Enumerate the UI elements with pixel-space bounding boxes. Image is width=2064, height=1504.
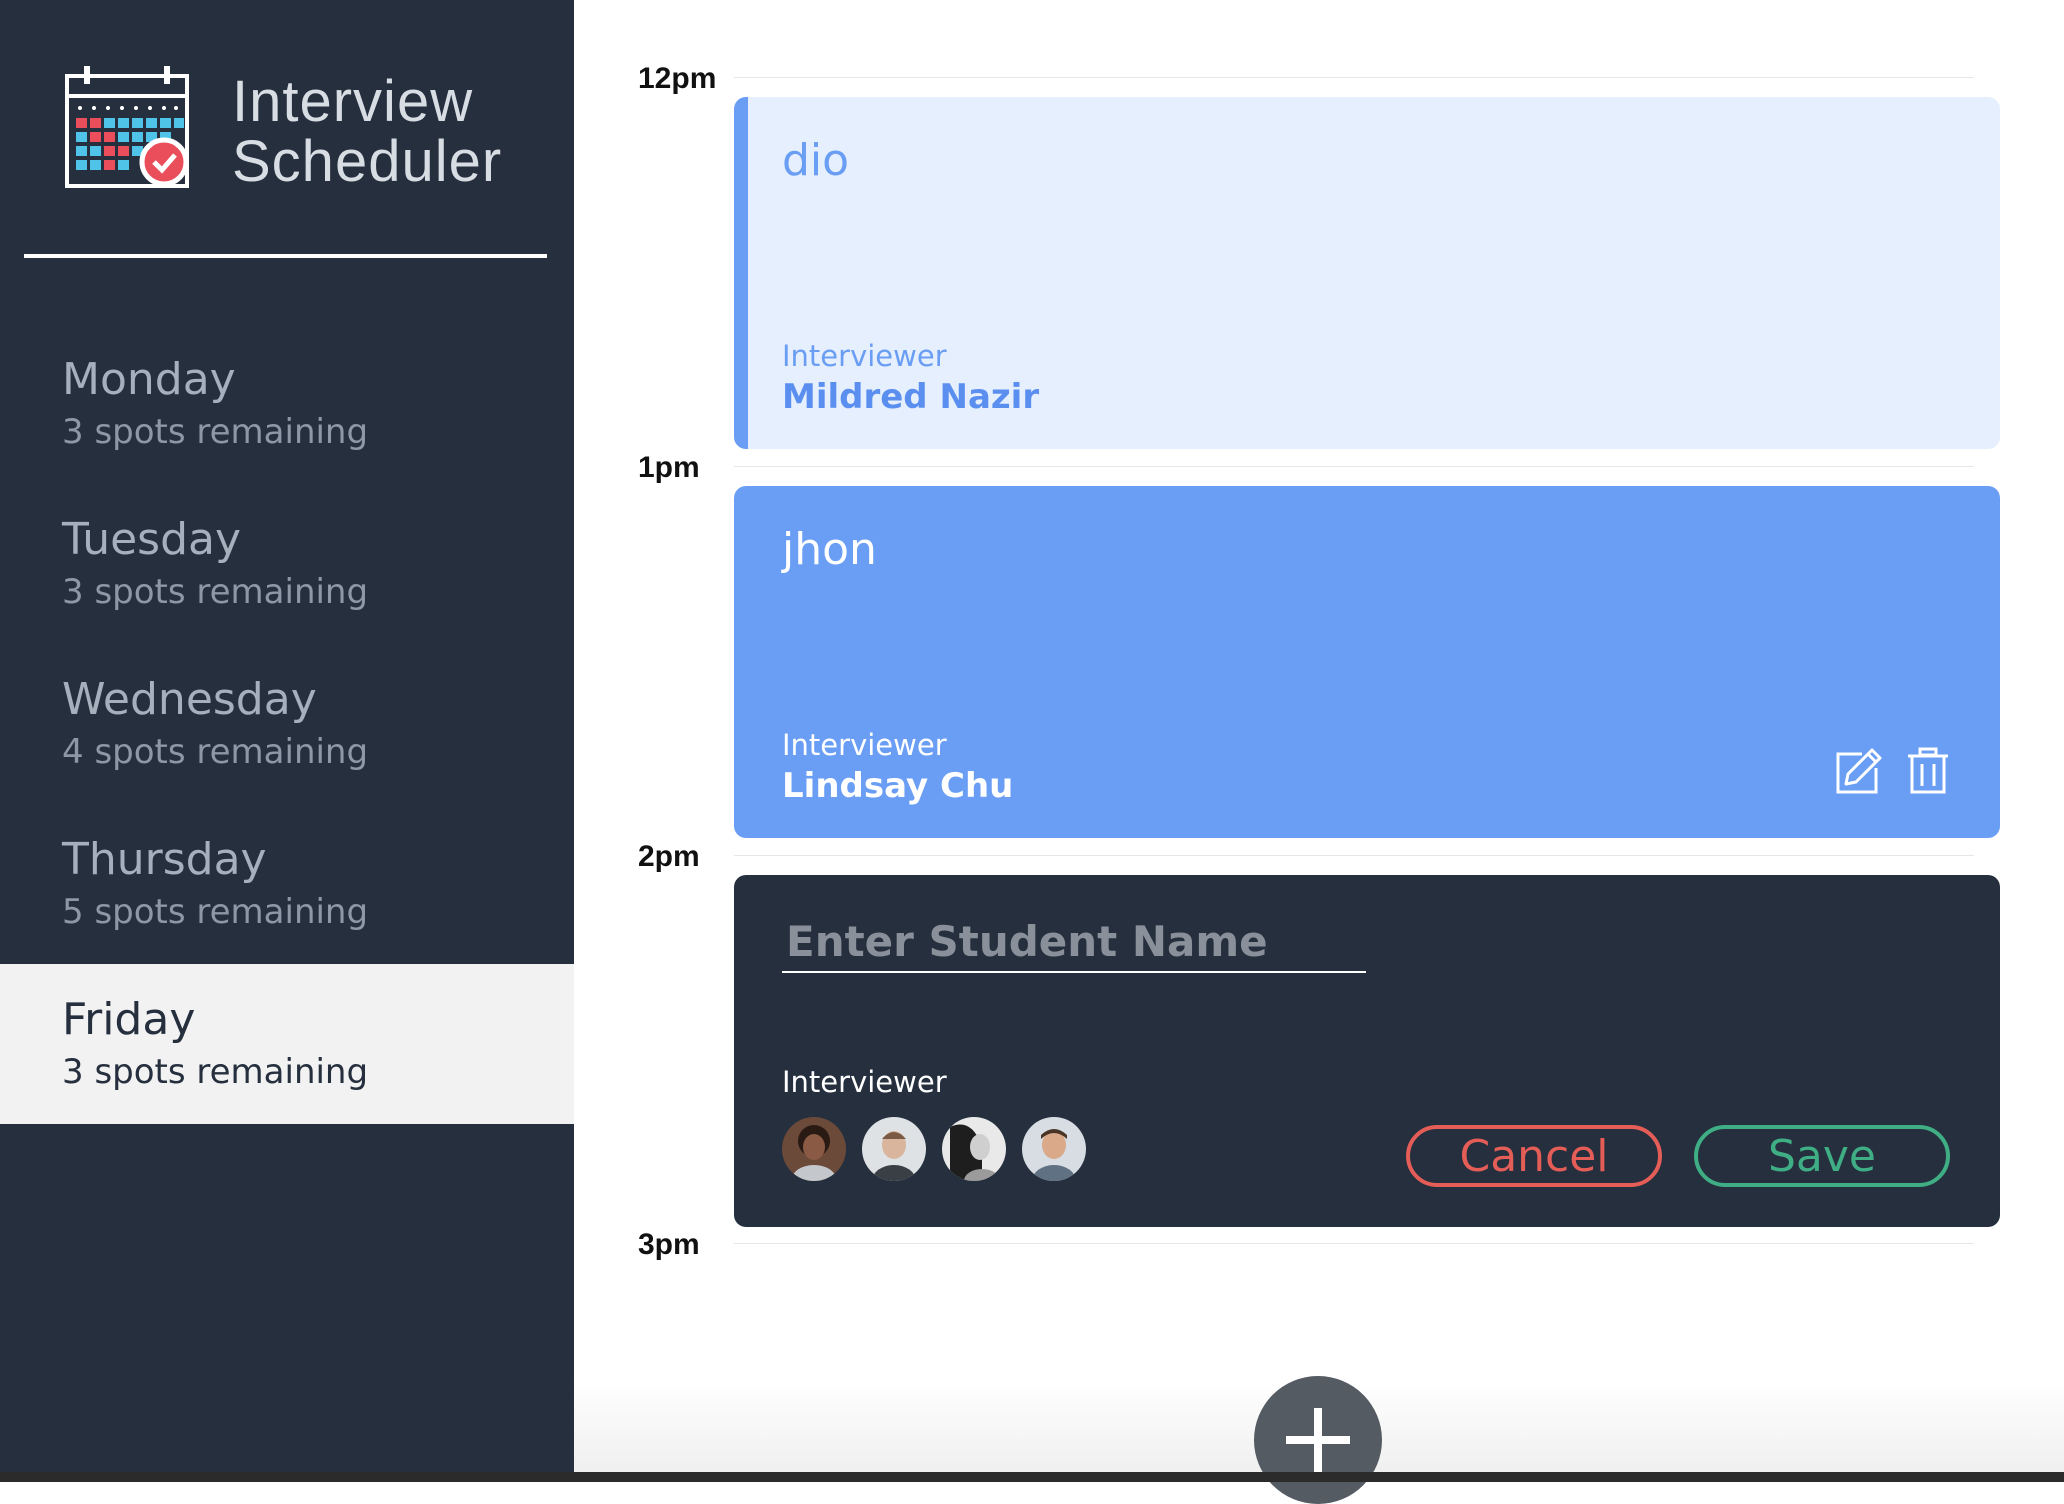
appointment-card[interactable]: jhon Interviewer Lindsay Chu — [734, 486, 2000, 838]
day-item-wednesday[interactable]: Wednesday 4 spots remaining — [0, 644, 574, 804]
interviewer-name: Mildred Nazir — [782, 377, 1040, 417]
student-name-input[interactable] — [782, 911, 1366, 973]
edit-icon[interactable] — [1832, 746, 1884, 798]
appointment-actions — [1832, 746, 1954, 798]
appointment-card[interactable]: dio Interviewer Mildred Nazir — [734, 97, 2000, 449]
window-bottom-edge — [0, 1472, 2064, 1482]
brand: Interview Scheduler — [64, 64, 502, 192]
day-name: Tuesday — [62, 514, 242, 565]
time-separator — [734, 855, 1974, 856]
day-item-tuesday[interactable]: Tuesday 3 spots remaining — [0, 484, 574, 644]
appointment-form: Interviewer — [734, 875, 2000, 1227]
day-name: Wednesday — [62, 674, 317, 725]
student-name: jhon — [782, 524, 877, 575]
day-name: Friday — [62, 994, 196, 1045]
interviewer-label: Interviewer — [782, 1065, 947, 1099]
day-item-friday[interactable]: Friday 3 spots remaining — [0, 964, 574, 1124]
day-list: Monday 3 spots remaining Tuesday 3 spots… — [0, 324, 574, 1124]
plus-icon — [1286, 1408, 1350, 1472]
day-spots: 5 spots remaining — [62, 892, 369, 932]
day-spots: 3 spots remaining — [62, 1052, 369, 1092]
calendar-check-icon — [65, 66, 189, 188]
time-label-3pm: 3pm — [638, 1228, 700, 1261]
day-item-thursday[interactable]: Thursday 5 spots remaining — [0, 804, 574, 964]
time-separator — [734, 77, 1974, 78]
time-separator — [734, 466, 1974, 467]
time-label-1pm: 1pm — [638, 451, 700, 484]
sidebar-divider — [24, 254, 547, 258]
app-title: Interview Scheduler — [232, 72, 502, 192]
time-label-2pm: 2pm — [638, 840, 700, 873]
interviewer-label: Interviewer — [782, 339, 947, 373]
interviewer-label: Interviewer — [782, 728, 947, 762]
time-label-12pm: 12pm — [638, 62, 717, 95]
interviewer-avatar[interactable] — [1022, 1117, 1086, 1181]
interviewer-avatar[interactable] — [782, 1117, 846, 1181]
day-spots: 3 spots remaining — [62, 572, 369, 612]
app-title-line2: Scheduler — [232, 129, 503, 194]
trash-icon[interactable] — [1902, 746, 1954, 798]
save-button[interactable]: Save — [1694, 1125, 1950, 1187]
day-name: Monday — [62, 354, 236, 405]
interviewer-list — [782, 1117, 1086, 1181]
cancel-button[interactable]: Cancel — [1406, 1125, 1662, 1187]
add-appointment-button[interactable] — [1254, 1376, 1382, 1504]
student-name: dio — [782, 135, 850, 186]
sidebar: Interview Scheduler Monday 3 spots remai… — [0, 0, 574, 1472]
day-spots: 3 spots remaining — [62, 412, 369, 452]
time-separator — [734, 1243, 1974, 1244]
schedule: 12pm dio Interviewer Mildred Nazir 1pm j… — [574, 0, 2064, 1504]
day-item-monday[interactable]: Monday 3 spots remaining — [0, 324, 574, 484]
app-title-line1: Interview — [232, 69, 474, 134]
interviewer-avatar[interactable] — [942, 1117, 1006, 1181]
day-spots: 4 spots remaining — [62, 732, 369, 772]
day-name: Thursday — [62, 834, 267, 885]
interviewer-name: Lindsay Chu — [782, 766, 1014, 806]
interviewer-avatar[interactable] — [862, 1117, 926, 1181]
